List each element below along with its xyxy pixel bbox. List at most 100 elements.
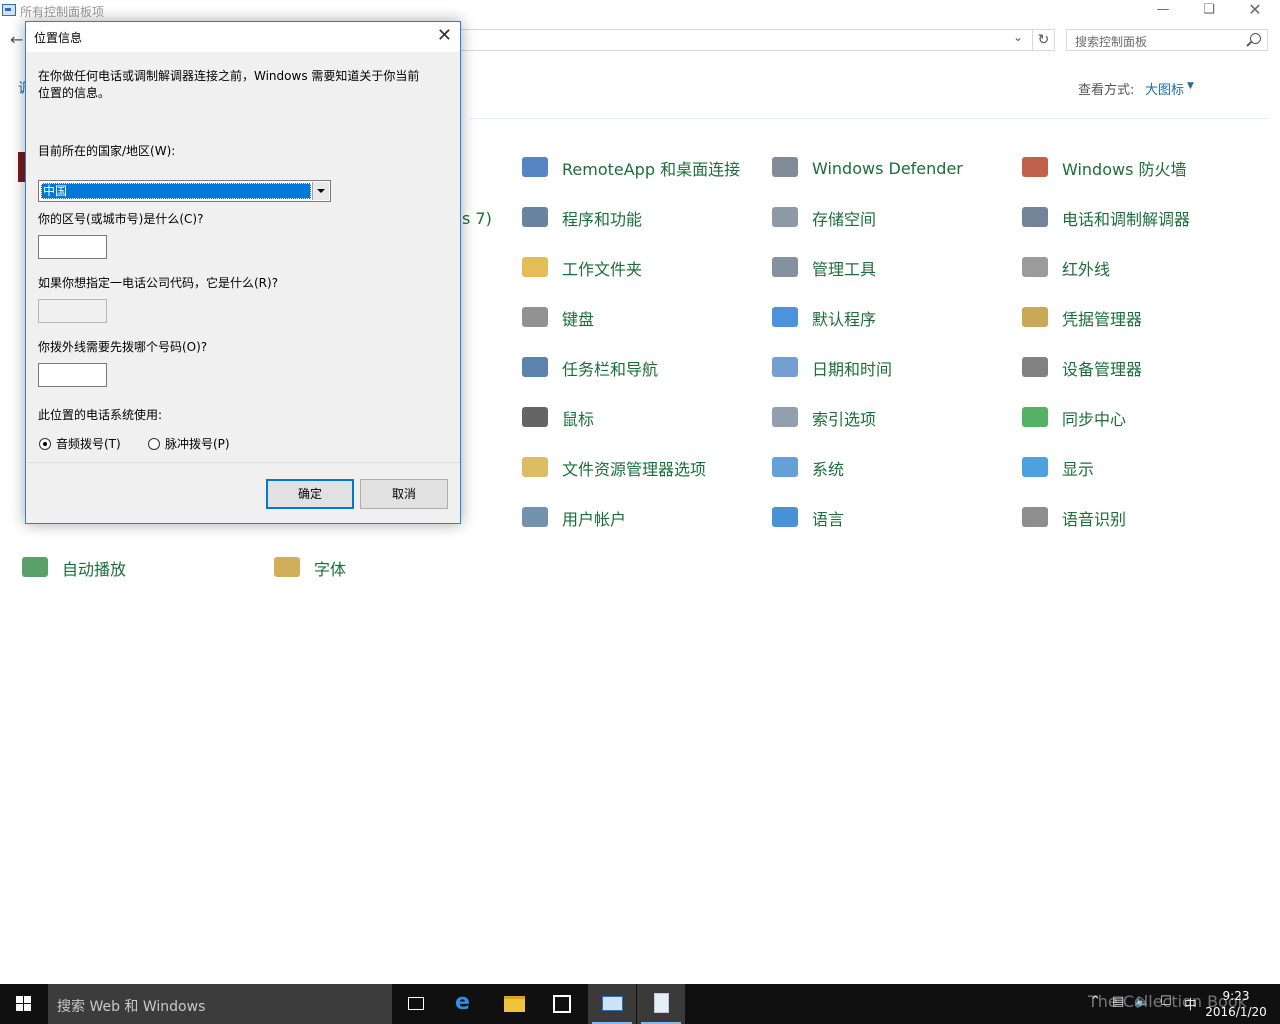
intro-text-line2: 位置的信息。	[38, 86, 111, 100]
work-folders-icon	[518, 251, 552, 285]
control-panel-item[interactable]: Windows Defender	[768, 150, 963, 186]
cancel-button[interactable]: 取消	[360, 479, 448, 509]
control-panel-item[interactable]: 字体	[270, 550, 346, 586]
refresh-button[interactable]: ↻	[1033, 29, 1055, 51]
control-panel-item[interactable]: 自动播放	[18, 550, 126, 586]
date-time-icon	[768, 351, 802, 385]
close-button[interactable]: ✕	[1232, 0, 1278, 22]
ok-button[interactable]: 确定	[266, 479, 354, 509]
control-panel-item[interactable]: 电话和调制解调器	[1018, 200, 1190, 236]
minimize-button[interactable]: —	[1140, 0, 1186, 22]
credential-manager-icon	[1018, 301, 1052, 335]
address-bar[interactable]	[460, 29, 1033, 51]
firewall-icon	[1018, 151, 1052, 185]
ime-indicator[interactable]: 中	[1184, 994, 1197, 1013]
folder-icon	[504, 996, 525, 1012]
control-panel-item[interactable]: 红外线	[1018, 250, 1110, 286]
control-panel-item-label: 默认程序	[812, 310, 877, 329]
control-panel-item[interactable]: 存储空间	[768, 200, 876, 236]
file-explorer-button[interactable]	[490, 984, 538, 1024]
task-view-icon	[408, 997, 424, 1010]
control-panel-item[interactable]: 语言	[768, 500, 844, 536]
back-arrow-icon[interactable]: ←	[10, 30, 23, 49]
tone-dial-radio[interactable]	[39, 438, 51, 450]
control-panel-item[interactable]: 程序和功能	[518, 200, 642, 236]
clock-date: 2016/1/20	[1205, 1005, 1267, 1019]
windows-logo-icon	[24, 996, 31, 1003]
area-code-input[interactable]	[38, 235, 107, 259]
store-button[interactable]	[538, 984, 586, 1024]
window-titlebar: 所有控制面板项 — ❏ ✕	[0, 0, 1280, 22]
control-panel-item-label: 同步中心	[1062, 410, 1127, 429]
windows-logo-icon	[16, 1004, 23, 1011]
outside-line-input[interactable]	[38, 363, 107, 387]
carrier-code-input[interactable]	[38, 299, 107, 323]
phone-modem-icon	[1018, 201, 1052, 235]
partial-item-label[interactable]: s 7)	[462, 209, 492, 228]
control-panel-item[interactable]: 管理工具	[768, 250, 876, 286]
tone-dial-label[interactable]: 音频拨号(T)	[56, 436, 121, 453]
search-input[interactable]: 搜索控制面板	[1066, 29, 1268, 51]
notification-icon[interactable]: ☐	[1160, 994, 1172, 1009]
control-panel-item-label: RemoteApp 和桌面连接	[562, 160, 741, 179]
control-panel-item[interactable]: 默认程序	[768, 300, 876, 336]
control-panel-item[interactable]: 日期和时间	[768, 350, 892, 386]
outside-line-label: 你拨外线需要先拨哪个号码(O)?	[38, 340, 208, 354]
control-panel-item-label: 鼠标	[562, 410, 595, 429]
carrier-code-label: 如果你想指定一电话公司代码，它是什么(R)?	[38, 276, 279, 290]
control-panel-item[interactable]: Windows 防火墙	[1018, 150, 1187, 186]
pulse-dial-label[interactable]: 脉冲拨号(P)	[165, 436, 230, 453]
country-selected-value: 中国	[41, 183, 311, 199]
pulse-dial-radio[interactable]	[148, 438, 160, 450]
control-panel-item[interactable]: 工作文件夹	[518, 250, 642, 286]
control-panel-item[interactable]: 凭据管理器	[1018, 300, 1142, 336]
chevron-down-icon[interactable]: ⌄	[1013, 30, 1023, 44]
location-info-dialog: 位置信息 ✕ 在你做任何电话或调制解调器连接之前，Windows 需要知道关于你…	[25, 21, 461, 524]
search-icon[interactable]	[1250, 33, 1261, 44]
dialog-title: 位置信息	[34, 31, 83, 45]
control-panel-item[interactable]: 显示	[1018, 450, 1094, 486]
control-panel-item[interactable]: 语音识别	[1018, 500, 1126, 536]
control-panel-item[interactable]: 键盘	[518, 300, 594, 336]
control-panel-icon	[2, 4, 16, 16]
store-icon	[553, 995, 571, 1013]
dialing-type-label: 此位置的电话系统使用:	[38, 408, 163, 422]
keyboard-icon	[518, 301, 552, 335]
edge-button[interactable]: e	[440, 984, 488, 1024]
control-panel-task-button[interactable]	[588, 984, 636, 1024]
dialog-close-icon[interactable]: ✕	[437, 25, 452, 46]
control-panel-item[interactable]: 设备管理器	[1018, 350, 1142, 386]
control-panel-item[interactable]: 文件资源管理器选项	[518, 450, 706, 486]
chevron-up-icon[interactable]: ⌃	[1090, 994, 1101, 1009]
control-panel-item-label: 语言	[812, 510, 845, 529]
clock[interactable]: 9:23 2016/1/20	[1200, 988, 1272, 1020]
control-panel-item-label: 语音识别	[1062, 510, 1127, 529]
volume-icon[interactable]: 🔈	[1134, 994, 1150, 1009]
maximize-button[interactable]: ❏	[1186, 0, 1232, 22]
control-panel-item[interactable]: 系统	[768, 450, 844, 486]
default-programs-icon	[768, 301, 802, 335]
control-panel-item[interactable]: 同步中心	[1018, 400, 1126, 436]
control-panel-item[interactable]: 任务栏和导航	[518, 350, 658, 386]
control-panel-item[interactable]: 用户帐户	[518, 500, 626, 536]
taskbar-search-box[interactable]: 搜索 Web 和 Windows	[48, 984, 392, 1024]
document-task-button[interactable]	[637, 984, 685, 1024]
dropdown-arrow-icon[interactable]	[312, 182, 329, 200]
start-button[interactable]	[0, 984, 48, 1024]
control-panel-item[interactable]: RemoteApp 和桌面连接	[518, 150, 740, 186]
control-panel-item[interactable]: 鼠标	[518, 400, 594, 436]
infrared-icon	[1018, 251, 1052, 285]
view-by-dropdown[interactable]: 大图标	[1145, 79, 1184, 98]
control-panel-item-label: 凭据管理器	[1062, 310, 1143, 329]
explorer-options-icon	[518, 451, 552, 485]
caret-down-icon[interactable]: ▼	[1187, 81, 1194, 91]
device-manager-icon	[1018, 351, 1052, 385]
dialog-footer: 确定 取消	[26, 463, 460, 523]
control-panel-item-label: 工作文件夹	[562, 260, 643, 279]
control-panel-item-label: 索引选项	[812, 410, 877, 429]
display-icon	[1018, 451, 1052, 485]
control-panel-item[interactable]: 索引选项	[768, 400, 876, 436]
country-select[interactable]: 中国	[38, 180, 331, 202]
network-icon[interactable]: ▤	[1112, 994, 1124, 1009]
task-view-button[interactable]	[392, 984, 440, 1024]
